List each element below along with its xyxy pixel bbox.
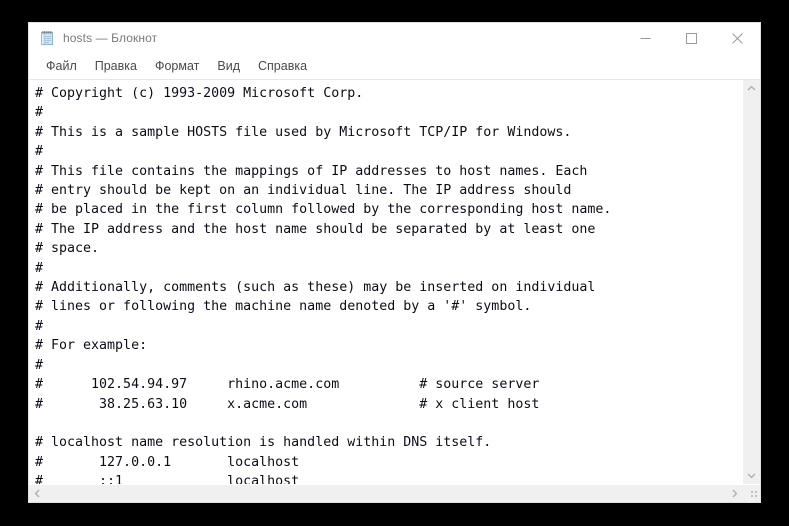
hosts-file-text[interactable]: # Copyright (c) 1993-2009 Microsoft Corp… <box>35 84 742 484</box>
close-button[interactable] <box>714 23 760 53</box>
menu-item-edit[interactable]: Правка <box>86 56 146 76</box>
horizontal-scrollbar-row <box>29 484 760 502</box>
editor-region: # Copyright (c) 1993-2009 Microsoft Corp… <box>29 80 760 502</box>
menu-item-format[interactable]: Формат <box>146 56 208 76</box>
menu-item-help[interactable]: Справка <box>249 56 316 76</box>
scroll-down-icon[interactable] <box>743 467 760 484</box>
scroll-up-icon[interactable] <box>743 80 760 97</box>
notepad-icon <box>39 30 55 46</box>
resize-grip[interactable] <box>743 485 760 502</box>
editor-row: # Copyright (c) 1993-2009 Microsoft Corp… <box>29 80 760 484</box>
window-controls <box>622 23 760 53</box>
notepad-window: hosts — Блокнот Файл Правка Формат Вид С… <box>28 22 761 503</box>
menu-item-file[interactable]: Файл <box>37 56 86 76</box>
scroll-left-icon[interactable] <box>29 485 46 502</box>
horizontal-scrollbar[interactable] <box>29 485 743 502</box>
vertical-scrollbar[interactable] <box>742 80 760 484</box>
title-bar[interactable]: hosts — Блокнот <box>29 23 760 53</box>
maximize-button[interactable] <box>668 23 714 53</box>
scroll-right-icon[interactable] <box>726 485 743 502</box>
window-title: hosts — Блокнот <box>63 31 158 45</box>
menu-item-view[interactable]: Вид <box>208 56 249 76</box>
text-editor-area[interactable]: # Copyright (c) 1993-2009 Microsoft Corp… <box>29 80 742 484</box>
menu-bar: Файл Правка Формат Вид Справка <box>29 53 760 80</box>
desktop-background: hosts — Блокнот Файл Правка Формат Вид С… <box>0 0 789 526</box>
minimize-button[interactable] <box>622 23 668 53</box>
